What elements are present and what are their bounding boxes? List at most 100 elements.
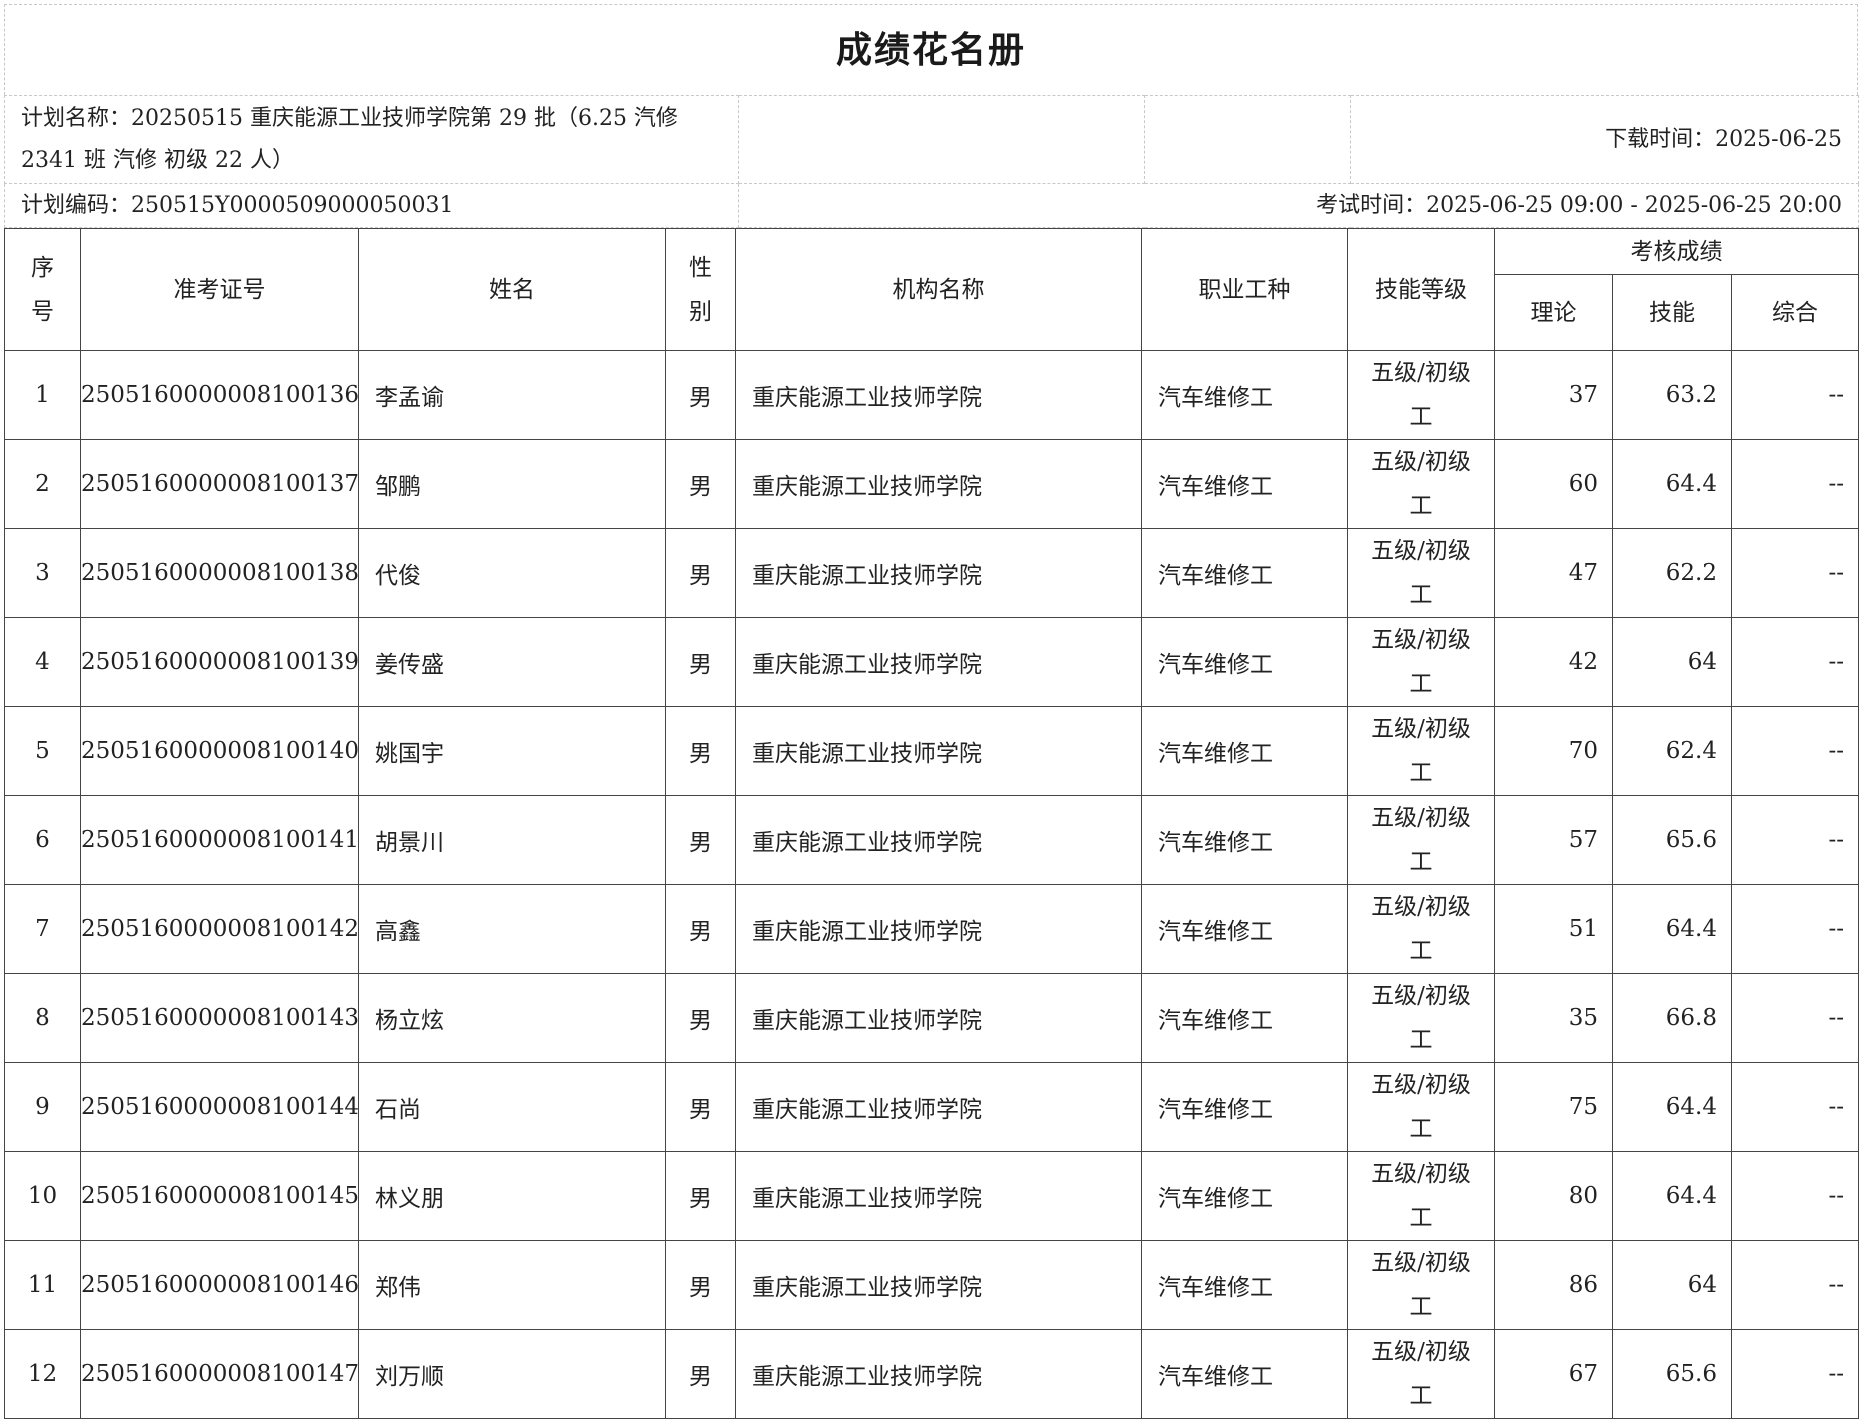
cell-ticket: 2505160000008100147	[80, 1329, 359, 1419]
cell-job: 汽车维修工	[1141, 528, 1348, 618]
header-gender: 性别	[665, 228, 736, 351]
cell-overall: --	[1731, 973, 1859, 1063]
cell-level: 五级/初级工	[1347, 439, 1495, 529]
cell-theory: 47	[1494, 528, 1613, 618]
cell-level: 五级/初级工	[1347, 884, 1495, 974]
cell-skill: 62.2	[1612, 528, 1732, 618]
score-table: 序号 准考证号 姓名 性别 机构名称 职业工种 技能等级 考核成绩 理论 技能 …	[4, 228, 1859, 1419]
cell-gender: 男	[665, 1062, 736, 1152]
table-row: 11 2505160000008100146 郑伟男重庆能源工业技师学院 汽车维修工五…	[4, 1240, 1859, 1330]
table-row: 6 2505160000008100141 胡景川男重庆能源工业技师学院 汽车维修工五…	[4, 795, 1859, 885]
cell-seq: 2	[4, 439, 81, 529]
cell-skill: 66.8	[1612, 973, 1732, 1063]
cell-org: 重庆能源工业技师学院	[735, 617, 1142, 707]
cell-job: 汽车维修工	[1141, 1329, 1348, 1419]
cell-overall: --	[1731, 439, 1859, 529]
cell-seq: 5	[4, 706, 81, 796]
cell-seq: 12	[4, 1329, 81, 1419]
cell-skill: 64.4	[1612, 1062, 1732, 1152]
table-row: 4 2505160000008100139 姜传盛男重庆能源工业技师学院 汽车维修工五…	[4, 617, 1859, 707]
download-time: 下载时间：2025-06-25	[1350, 95, 1859, 184]
cell-level: 五级/初级工	[1347, 1329, 1495, 1419]
cell-ticket: 2505160000008100144	[80, 1062, 359, 1152]
header-overall: 综合	[1731, 274, 1859, 351]
cell-job: 汽车维修工	[1141, 706, 1348, 796]
cell-theory: 67	[1494, 1329, 1613, 1419]
cell-level: 五级/初级工	[1347, 350, 1495, 440]
exam-time: 考试时间：2025-06-25 09:00 - 2025-06-25 20:00	[738, 183, 1859, 228]
cell-job: 汽车维修工	[1141, 350, 1348, 440]
header-name: 姓名	[358, 228, 666, 351]
plan-code: 计划编码：250515Y0000509000050031	[4, 183, 739, 228]
cell-skill: 62.4	[1612, 706, 1732, 796]
cell-seq: 9	[4, 1062, 81, 1152]
cell-seq: 4	[4, 617, 81, 707]
cell-job: 汽车维修工	[1141, 884, 1348, 974]
cell-job: 汽车维修工	[1141, 439, 1348, 529]
cell-overall: --	[1731, 706, 1859, 796]
header-level: 技能等级	[1347, 228, 1495, 351]
cell-seq: 7	[4, 884, 81, 974]
cell-level: 五级/初级工	[1347, 973, 1495, 1063]
cell-skill: 64	[1612, 1240, 1732, 1330]
cell-org: 重庆能源工业技师学院	[735, 1062, 1142, 1152]
cell-gender: 男	[665, 1329, 736, 1419]
cell-overall: --	[1731, 528, 1859, 618]
cell-name: 刘万顺	[358, 1329, 666, 1419]
cell-theory: 75	[1494, 1062, 1613, 1152]
cell-org: 重庆能源工业技师学院	[735, 884, 1142, 974]
cell-gender: 男	[665, 439, 736, 529]
header-org: 机构名称	[735, 228, 1142, 351]
header-theory: 理论	[1494, 274, 1613, 351]
cell-ticket: 2505160000008100145	[80, 1151, 359, 1241]
cell-seq: 6	[4, 795, 81, 885]
cell-name: 杨立炫	[358, 973, 666, 1063]
cell-ticket: 2505160000008100140	[80, 706, 359, 796]
cell-overall: --	[1731, 1062, 1859, 1152]
cell-seq: 1	[4, 350, 81, 440]
cell-overall: --	[1731, 795, 1859, 885]
cell-gender: 男	[665, 1151, 736, 1241]
header-skill: 技能	[1612, 274, 1732, 351]
cell-level: 五级/初级工	[1347, 795, 1495, 885]
score-rows: 1 2505160000008100136 李孟谕男重庆能源工业技师学院 汽车维修工五…	[4, 350, 1859, 1419]
cell-theory: 51	[1494, 884, 1613, 974]
info-blank-cell	[738, 95, 1145, 184]
table-row: 3 2505160000008100138 代俊男重庆能源工业技师学院 汽车维修工 五级…	[4, 528, 1859, 618]
cell-ticket: 2505160000008100146	[80, 1240, 359, 1330]
cell-job: 汽车维修工	[1141, 795, 1348, 885]
cell-overall: --	[1731, 1151, 1859, 1241]
table-row: 5 2505160000008100140 姚国宇男重庆能源工业技师学院 汽车维修工五…	[4, 706, 1859, 796]
roster-sheet: 成绩花名册 计划名称：20250515 重庆能源工业技师学院第 29 批（6.2…	[4, 4, 1859, 1419]
cell-level: 五级/初级工	[1347, 706, 1495, 796]
header-ticket: 准考证号	[80, 228, 359, 351]
cell-name: 郑伟	[358, 1240, 666, 1330]
cell-org: 重庆能源工业技师学院	[735, 1240, 1142, 1330]
cell-level: 五级/初级工	[1347, 1062, 1495, 1152]
cell-gender: 男	[665, 350, 736, 440]
cell-theory: 57	[1494, 795, 1613, 885]
cell-overall: --	[1731, 350, 1859, 440]
cell-seq: 10	[4, 1151, 81, 1241]
info-blank-cell	[1144, 95, 1351, 184]
page-title: 成绩花名册	[4, 4, 1858, 95]
cell-gender: 男	[665, 795, 736, 885]
cell-skill: 64.4	[1612, 1151, 1732, 1241]
cell-org: 重庆能源工业技师学院	[735, 1329, 1142, 1419]
cell-org: 重庆能源工业技师学院	[735, 973, 1142, 1063]
cell-overall: --	[1731, 1240, 1859, 1330]
cell-theory: 70	[1494, 706, 1613, 796]
cell-level: 五级/初级工	[1347, 528, 1495, 618]
cell-skill: 63.2	[1612, 350, 1732, 440]
cell-gender: 男	[665, 706, 736, 796]
cell-name: 石尚	[358, 1062, 666, 1152]
table-row: 7 2505160000008100142 高鑫男重庆能源工业技师学院 汽车维修工 五级…	[4, 884, 1859, 974]
cell-theory: 37	[1494, 350, 1613, 440]
cell-name: 姚国宇	[358, 706, 666, 796]
cell-skill: 64.4	[1612, 884, 1732, 974]
header-seq: 序号	[4, 228, 81, 351]
cell-ticket: 2505160000008100138	[80, 528, 359, 618]
cell-gender: 男	[665, 973, 736, 1063]
plan-name: 计划名称：20250515 重庆能源工业技师学院第 29 批（6.25 汽修 2…	[4, 95, 739, 184]
cell-org: 重庆能源工业技师学院	[735, 350, 1142, 440]
